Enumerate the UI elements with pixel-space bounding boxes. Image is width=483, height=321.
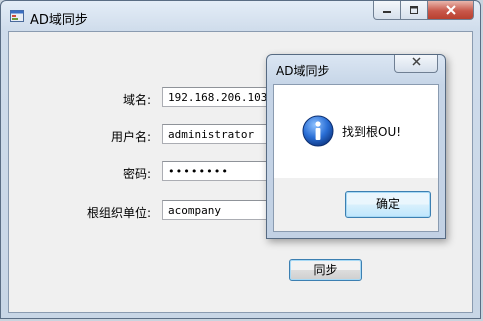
sync-button[interactable]: 同步 [289,259,362,281]
window-controls [373,1,474,21]
maximize-icon [410,6,418,14]
root-ou-label: 根组织单位: [86,206,151,220]
minimize-icon [383,11,391,13]
domain-label: 域名: [122,93,151,107]
domain-field[interactable]: 192.168.206.103 [162,87,277,107]
window-title: AD域同步 [30,13,88,28]
close-icon [445,5,456,15]
close-icon [411,57,421,66]
dialog-close-button[interactable] [394,55,438,73]
info-icon [302,115,334,147]
root-ou-field[interactable]: acompany [162,200,277,220]
password-field[interactable]: •••••••• [162,161,277,181]
dialog-title: AD域同步 [276,64,330,78]
dialog-message: 找到根OU! [342,125,402,139]
app-icon [10,10,24,22]
close-button[interactable] [428,1,474,20]
message-dialog: AD域同步 找到根OU! 确定 [266,54,446,239]
ok-button[interactable]: 确定 [345,191,431,218]
dialog-body: 找到根OU! 确定 [273,84,439,232]
title-bar[interactable]: AD域同步 [1,1,480,31]
dialog-content-area: 找到根OU! [274,85,438,178]
username-field[interactable]: administrator [162,124,277,144]
username-label: 用户名: [110,130,151,144]
minimize-button[interactable] [373,1,401,20]
password-label: 密码: [122,167,151,181]
maximize-button[interactable] [401,1,428,20]
